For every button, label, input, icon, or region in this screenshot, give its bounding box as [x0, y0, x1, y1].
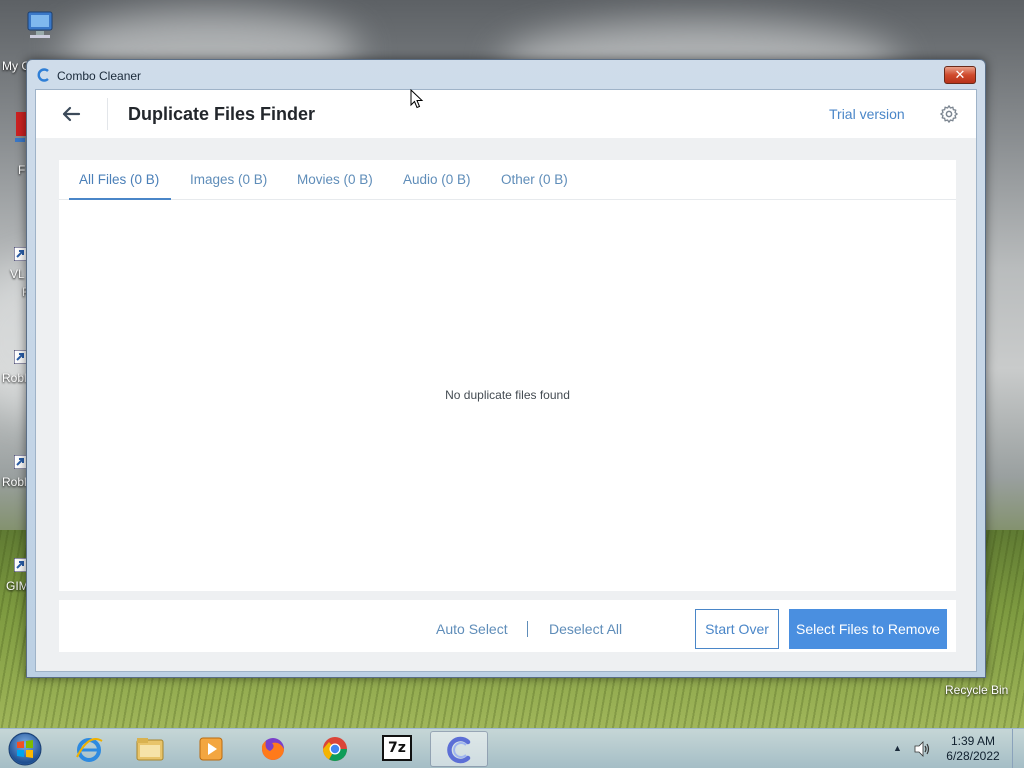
taskbar: 7z ▲ 1:39 AM 6/28/2022	[0, 728, 1024, 768]
taskbar-internet-explorer[interactable]	[60, 731, 118, 767]
trial-version-link[interactable]: Trial version	[829, 106, 905, 122]
clock-time: 1:39 AM	[950, 734, 996, 748]
desktop-icon-my-computer[interactable]	[4, 10, 76, 44]
taskbar-7zip[interactable]: 7z	[368, 731, 426, 767]
start-over-button[interactable]: Start Over	[695, 609, 779, 649]
recycle-bin-label[interactable]: Recycle Bin	[945, 683, 1008, 697]
results-panel: All Files (0 B) Images (0 B) Movies (0 B…	[59, 160, 956, 591]
taskbar-clock[interactable]: 1:39 AM 6/28/2022	[940, 734, 1006, 764]
action-footer: Auto Select Deselect All Start Over Sele…	[59, 600, 956, 652]
firefox-icon	[258, 735, 288, 763]
file-explorer-icon	[135, 735, 165, 763]
window-title: Combo Cleaner	[57, 69, 142, 83]
desktop-icon-label: F	[18, 163, 26, 177]
chrome-icon	[320, 735, 350, 763]
back-button[interactable]	[60, 103, 82, 125]
clock-date: 6/28/2022	[946, 749, 1000, 763]
tab-all-files[interactable]: All Files (0 B)	[79, 172, 159, 187]
7zip-label: 7z	[388, 740, 406, 756]
desktop-icon-label: Robl	[2, 475, 27, 489]
internet-explorer-icon	[74, 735, 104, 763]
auto-select-button[interactable]: Auto Select	[436, 621, 508, 637]
tab-images[interactable]: Images (0 B)	[190, 172, 267, 187]
select-files-to-remove-button[interactable]: Select Files to Remove	[789, 609, 947, 649]
taskbar-chrome[interactable]	[306, 731, 364, 767]
arrow-left-icon	[62, 106, 81, 122]
desktop-icon-label: Robl	[2, 371, 27, 385]
app-content: Duplicate Files Finder Trial version All…	[35, 89, 977, 672]
combo-cleaner-logo-icon	[37, 68, 51, 82]
combo-cleaner-icon	[445, 736, 475, 764]
gear-icon	[940, 105, 958, 123]
combo-cleaner-window: Combo Cleaner ✕ Duplicate Files Finder T…	[26, 59, 986, 678]
deselect-all-button[interactable]: Deselect All	[549, 621, 622, 637]
app-header: Duplicate Files Finder Trial version	[36, 90, 976, 138]
taskbar-file-explorer[interactable]	[121, 731, 179, 767]
tab-audio[interactable]: Audio (0 B)	[403, 172, 471, 187]
start-button[interactable]	[6, 731, 44, 767]
show-hidden-icons-button[interactable]: ▲	[893, 743, 902, 753]
mouse-cursor-icon	[410, 88, 424, 109]
empty-state-message: No duplicate files found	[445, 388, 570, 402]
window-close-button[interactable]: ✕	[944, 66, 976, 84]
windows-logo-icon	[8, 732, 42, 766]
7zip-icon: 7z	[382, 735, 412, 761]
show-desktop-button[interactable]	[1012, 729, 1024, 768]
settings-button[interactable]	[939, 104, 959, 124]
category-tabs: All Files (0 B) Images (0 B) Movies (0 B…	[59, 160, 956, 200]
page-title: Duplicate Files Finder	[128, 104, 316, 124]
tab-movies[interactable]: Movies (0 B)	[297, 172, 373, 187]
speaker-icon[interactable]	[913, 741, 931, 757]
footer-separator	[527, 621, 528, 637]
taskbar-firefox[interactable]	[244, 731, 302, 767]
tab-other[interactable]: Other (0 B)	[501, 172, 568, 187]
taskbar-combo-cleaner[interactable]	[430, 731, 488, 767]
computer-icon	[22, 10, 58, 42]
active-tab-indicator	[69, 198, 171, 200]
header-divider	[107, 98, 108, 130]
media-player-icon	[196, 735, 226, 763]
window-titlebar[interactable]: Combo Cleaner ✕	[27, 60, 985, 88]
taskbar-media-player[interactable]	[182, 731, 240, 767]
desktop-icon-label: VL	[10, 267, 25, 281]
